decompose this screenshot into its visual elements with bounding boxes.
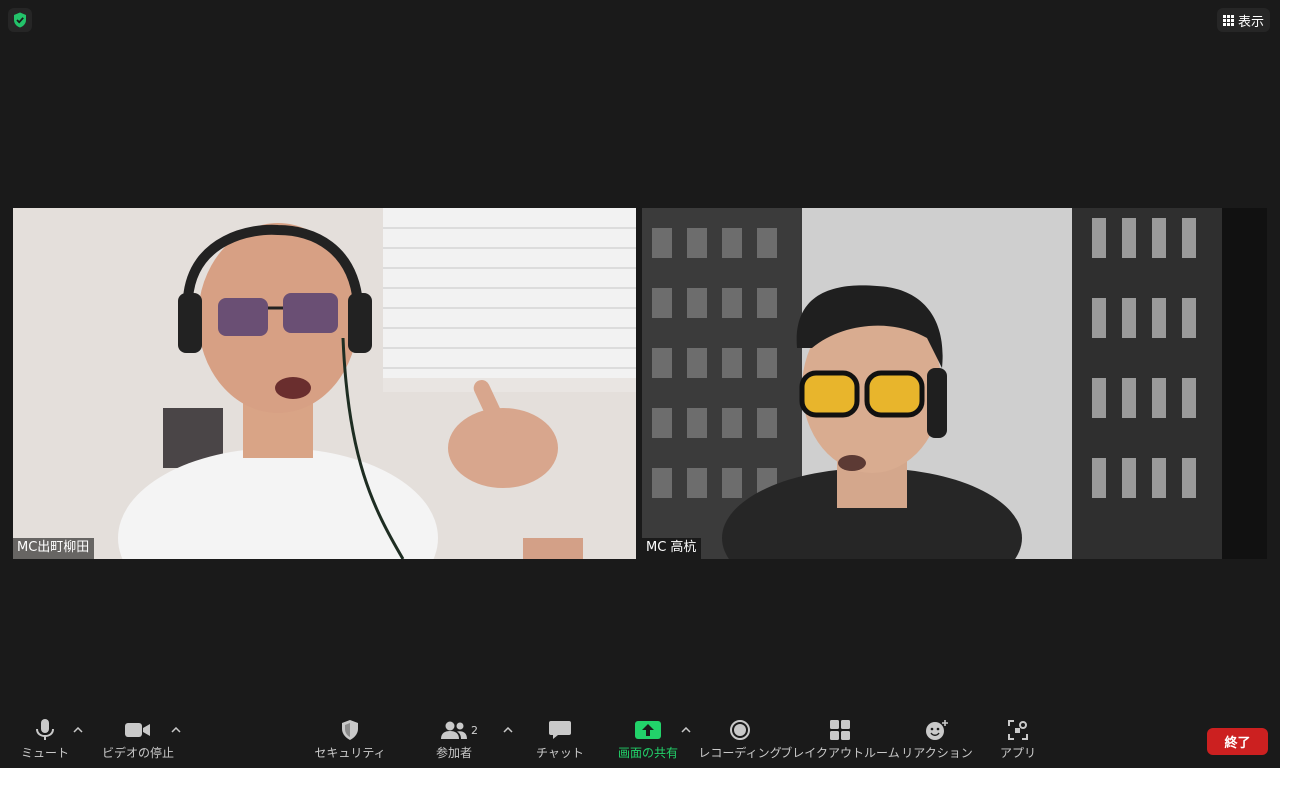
stop-video-button[interactable]: ビデオの停止 bbox=[100, 718, 176, 760]
participants-label: 参加者 bbox=[435, 746, 472, 760]
view-label: 表示 bbox=[1237, 14, 1264, 30]
share-options-caret-icon[interactable] bbox=[680, 724, 692, 736]
view-button[interactable]: 表示 bbox=[1216, 8, 1270, 32]
audio-options-caret-icon[interactable] bbox=[72, 724, 84, 736]
participants-options-caret-icon[interactable] bbox=[502, 724, 514, 736]
meeting-window: 表示 MC出町柳田 MC 高杭 ミュート ビデオの停止 セキュリティ 参加者 2… bbox=[0, 0, 1280, 768]
reactions-label: リアクション bbox=[901, 746, 973, 760]
share-screen-label: 画面の共有 bbox=[617, 746, 678, 760]
record-icon bbox=[730, 718, 750, 742]
participant-name-label: MC出町柳田 bbox=[13, 538, 95, 559]
breakout-rooms-button[interactable]: ブレイクアウトルーム bbox=[780, 718, 900, 760]
recording-button[interactable]: レコーディング bbox=[698, 718, 782, 760]
mute-button[interactable]: ミュート bbox=[20, 718, 70, 760]
apps-label: アプリ bbox=[999, 746, 1036, 760]
smiley-plus-icon bbox=[925, 718, 949, 742]
meeting-toolbar: ミュート ビデオの停止 セキュリティ 参加者 2 チャット 画面の共有 レコーデ… bbox=[0, 708, 1280, 768]
video-tile-1[interactable]: MC出町柳田 bbox=[13, 208, 636, 559]
share-screen-icon bbox=[635, 718, 661, 742]
participant-video-1 bbox=[13, 208, 636, 559]
grid-icon bbox=[1222, 14, 1234, 26]
breakout-rooms-icon bbox=[830, 718, 850, 742]
participant-name-label: MC 高杭 bbox=[642, 538, 702, 559]
chat-bubble-icon bbox=[549, 718, 571, 742]
video-tile-2[interactable]: MC 高杭 bbox=[642, 208, 1267, 559]
share-screen-button[interactable]: 画面の共有 bbox=[614, 718, 682, 760]
end-meeting-button[interactable]: 終了 bbox=[1207, 728, 1268, 755]
mute-label: ミュート bbox=[20, 746, 69, 760]
video-options-caret-icon[interactable] bbox=[170, 724, 182, 736]
video-camera-icon bbox=[125, 718, 151, 742]
participants-icon bbox=[441, 718, 467, 742]
security-button[interactable]: セキュリティ bbox=[314, 718, 386, 760]
encryption-shield-icon[interactable] bbox=[8, 8, 32, 32]
recording-label: レコーディング bbox=[698, 746, 782, 760]
reactions-button[interactable]: リアクション bbox=[901, 718, 973, 760]
security-shield-icon bbox=[341, 718, 359, 742]
apps-icon bbox=[1008, 718, 1028, 742]
participant-count-badge: 2 bbox=[471, 724, 478, 737]
chat-button[interactable]: チャット bbox=[536, 718, 584, 760]
microphone-icon bbox=[35, 718, 55, 742]
chat-label: チャット bbox=[536, 746, 584, 760]
stop-video-label: ビデオの停止 bbox=[101, 746, 174, 760]
participant-video-2 bbox=[642, 208, 1267, 559]
breakout-rooms-label: ブレイクアウトルーム bbox=[780, 746, 900, 760]
security-label: セキュリティ bbox=[314, 746, 386, 760]
apps-button[interactable]: アプリ bbox=[998, 718, 1038, 760]
